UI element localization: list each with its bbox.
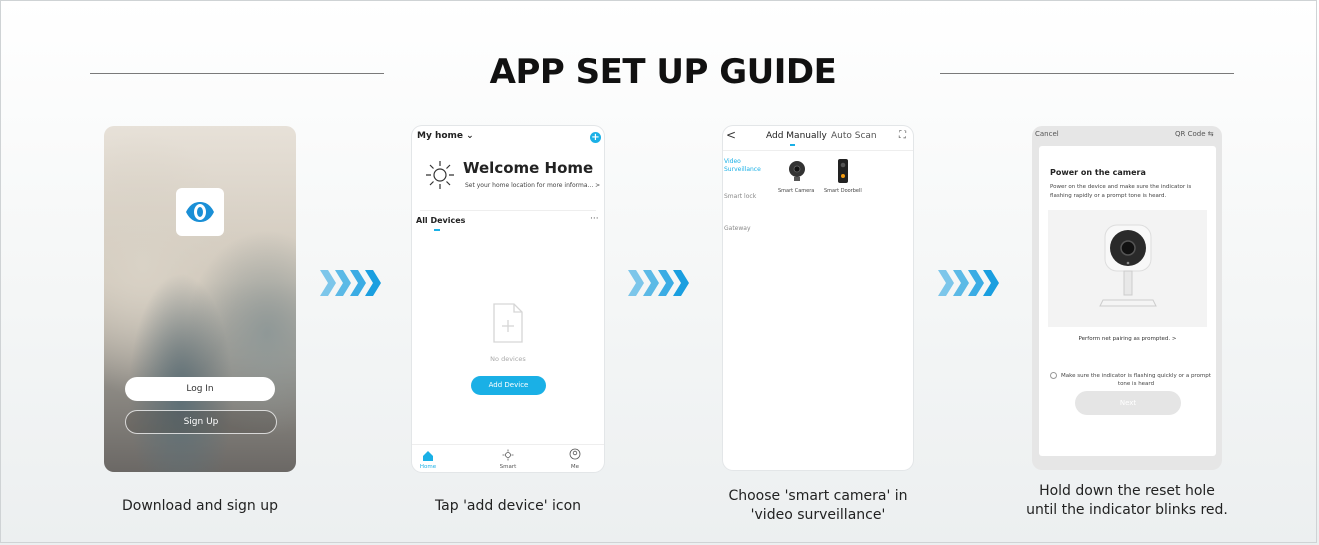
smart-icon[interactable] [502,449,514,461]
add-device-icon[interactable]: + [590,132,601,143]
next-arrows-icon [628,270,689,296]
tab-auto-scan[interactable]: Auto Scan [831,131,877,141]
pairing-link[interactable]: Perform net pairing as prompted. > [1039,336,1216,342]
nav-smart-label[interactable]: Smart [493,464,523,470]
sheet-heading: Power on the camera [1050,168,1146,177]
title-rule-left [90,73,384,74]
nav-me-label[interactable]: Me [560,464,590,470]
nav-home-label[interactable]: Home [413,464,443,470]
caption-line: Choose 'smart camera' in [728,488,908,504]
confirm-radio[interactable] [1050,372,1057,379]
back-icon[interactable]: < [726,128,736,142]
step2-caption: Tap 'add device' icon [434,498,582,514]
step2-screen: My home ⌄ + Welcome Home Set your home l… [412,126,604,472]
caption-line: until the indicator blinks red. [1026,502,1228,518]
step1-caption: Download and sign up [122,498,278,514]
next-arrows-icon [938,270,999,296]
camera-illustration [1048,210,1207,327]
smart-doorbell-icon[interactable] [834,158,852,184]
caption-line: 'video surveillance' [750,507,886,523]
home-selector[interactable]: My home ⌄ [417,131,474,141]
smart-camera-icon[interactable] [786,159,808,183]
app-logo [176,188,224,236]
welcome-title: Welcome Home [463,159,594,177]
instruction-sheet: Power on the camera Power on the device … [1039,146,1216,456]
confirm-text: Make sure the indicator is flashing quic… [1061,373,1211,387]
login-button[interactable]: Log In [125,377,275,401]
me-icon[interactable] [569,448,581,460]
step3-screen: < Add Manually Auto Scan ⛶ Video Surveil… [723,126,913,470]
home-icon[interactable] [422,450,434,462]
sheet-description: Power on the device and make sure the in… [1050,184,1192,199]
next-arrows-icon [320,270,381,296]
tab-all-devices[interactable]: All Devices [416,216,465,225]
cancel-button[interactable]: Cancel [1035,130,1059,138]
no-devices-text: No devices [490,355,526,363]
divider [420,210,596,211]
camera-image [1099,224,1157,307]
step4-screen: Cancel QR Code ⇆ Power on the camera Pow… [1032,126,1222,470]
tab-indicator [790,144,795,146]
eye-logo-icon [186,202,214,222]
welcome-subtitle[interactable]: Set your home location for more informa.… [465,182,600,189]
category-video-surveillance[interactable]: Video Surveillance [724,158,764,174]
signup-button[interactable]: Sign Up [125,410,277,434]
smart-camera-label[interactable]: Smart Camera [778,188,814,194]
step3-caption: Choose 'smart camera' in 'video surveill… [713,487,923,525]
smart-doorbell-label[interactable]: Smart Doorbell [824,188,862,194]
add-device-button[interactable]: Add Device [471,376,546,395]
tab-add-manually[interactable]: Add Manually [766,131,827,141]
category-smart-lock[interactable]: Smart lock [724,193,756,201]
page-title: APP SET UP GUIDE [489,52,837,92]
step4-caption: Hold down the reset hole until the indic… [1013,482,1241,520]
title-rule-right [940,73,1234,74]
caption-line: Hold down the reset hole [1039,483,1215,499]
category-gateway[interactable]: Gateway [724,225,751,233]
step1-screen: Log In Sign Up [104,126,296,472]
scan-icon[interactable]: ⛶ [899,130,906,141]
tab-indicator [434,229,440,231]
tabbar-divider [412,444,604,445]
empty-file-icon [493,303,523,343]
qr-code-button[interactable]: QR Code ⇆ [1175,130,1214,138]
next-button[interactable]: Next [1075,391,1181,415]
sun-icon [426,161,454,189]
divider [723,150,913,151]
more-icon[interactable]: ··· [590,214,599,224]
